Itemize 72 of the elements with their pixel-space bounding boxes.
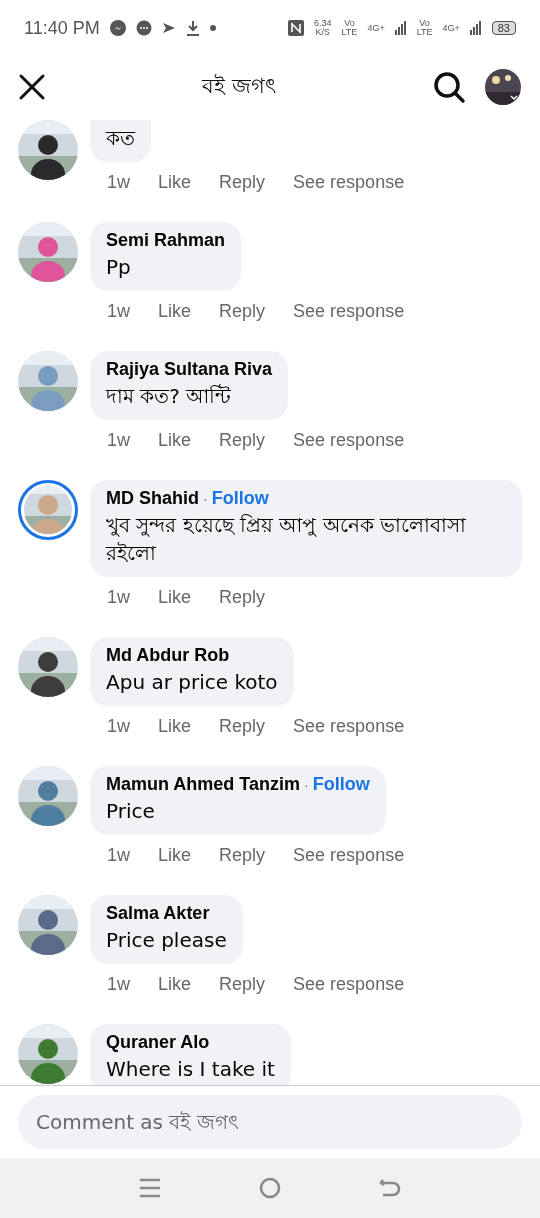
home-button[interactable] <box>259 1177 281 1199</box>
battery-icon: 83 <box>491 21 516 35</box>
commenter-name: Md Abdur Rob <box>106 645 230 666</box>
comment-time: 1w <box>107 716 130 737</box>
comment-text: Pp <box>106 254 132 281</box>
speed-unit: K/S <box>315 28 330 37</box>
comment-action[interactable]: Reply <box>219 845 266 866</box>
back-button[interactable] <box>379 1177 401 1199</box>
status-time: 11:40 PM <box>24 17 100 39</box>
comment-action[interactable]: See response <box>293 301 405 322</box>
comment-action[interactable]: See response <box>293 845 405 866</box>
signal-icon <box>394 21 407 35</box>
lte-label: LTE <box>341 28 358 37</box>
follow-link[interactable]: Follow <box>211 488 269 509</box>
commenter-name: Rajiya Sultana Riva <box>106 359 273 380</box>
separator-dot: · <box>304 777 309 793</box>
close-button[interactable] <box>18 73 46 101</box>
comment-action[interactable]: See response <box>293 172 405 193</box>
commenter-name: Semi Rahman <box>106 230 226 251</box>
comment-action[interactable]: Like <box>158 974 192 995</box>
commenter-name: Mamun Ahmed Tanzim <box>106 774 300 795</box>
comment-action[interactable]: Reply <box>219 716 266 737</box>
comment-text: খুব সুন্দর হয়েছে প্রিয় আপু অনেক ভালোবাসা রইলো <box>106 512 468 567</box>
dot-icon <box>209 25 216 31</box>
comment-field[interactable]: Comment as বই জগৎ <box>18 1095 522 1149</box>
comment-time: 1w <box>107 301 130 322</box>
comment-text: কত <box>106 125 135 152</box>
follow-link[interactable]: Follow <box>312 774 370 795</box>
commenter-name: MD Shahid <box>106 488 199 509</box>
network-label: 4G+ <box>367 23 385 33</box>
separator-dot: · <box>203 491 208 507</box>
speed-value: 6.34 <box>314 19 332 28</box>
comment-text: Where is I take it <box>106 1056 275 1083</box>
comment-action[interactable]: Reply <box>219 172 266 193</box>
comment-action[interactable]: Like <box>158 430 192 451</box>
page-title: বই জগৎ <box>200 72 277 100</box>
comment-text: দাম কত? আন্টি <box>106 383 233 410</box>
comment-time: 1w <box>107 974 130 995</box>
comment-time: 1w <box>107 587 130 608</box>
signal-icon <box>469 21 482 35</box>
search-button[interactable] <box>432 70 466 104</box>
volte-label: Vo <box>344 19 355 28</box>
volte-label: Vo <box>419 19 430 28</box>
nfc-icon <box>288 20 304 36</box>
comment-action[interactable]: Reply <box>219 587 266 608</box>
comment-action[interactable]: Like <box>158 587 192 608</box>
comment-time: 1w <box>107 172 130 193</box>
menu-button[interactable] <box>139 1177 161 1199</box>
comment-time: 1w <box>107 430 130 451</box>
comment-action[interactable]: See response <box>293 430 405 451</box>
network-label: 4G+ <box>442 23 460 33</box>
comment-action[interactable]: See response <box>293 974 405 995</box>
comment-text: Price please <box>106 927 227 954</box>
comment-time: 1w <box>107 845 130 866</box>
comment-text: Price <box>106 798 156 825</box>
profile-button[interactable] <box>484 68 522 106</box>
comment-action[interactable]: Like <box>158 845 192 866</box>
comment-action[interactable]: Reply <box>219 301 266 322</box>
comment-action[interactable]: Like <box>158 716 192 737</box>
comment-action[interactable]: See response <box>293 716 405 737</box>
comment-action[interactable]: Reply <box>219 430 266 451</box>
comment-action[interactable]: Reply <box>219 974 266 995</box>
download-icon <box>185 20 200 36</box>
comment-action[interactable]: Like <box>158 172 192 193</box>
comment-action[interactable]: Like <box>158 301 192 322</box>
commenter-name: Quraner Alo <box>106 1032 210 1053</box>
send-icon <box>161 21 176 35</box>
chat-icon <box>135 20 152 36</box>
comment-text: Apu ar price koto <box>106 669 278 696</box>
messenger-icon <box>109 20 126 36</box>
lte-label: LTE <box>416 28 433 37</box>
commenter-name: Salma Akter <box>106 903 210 924</box>
